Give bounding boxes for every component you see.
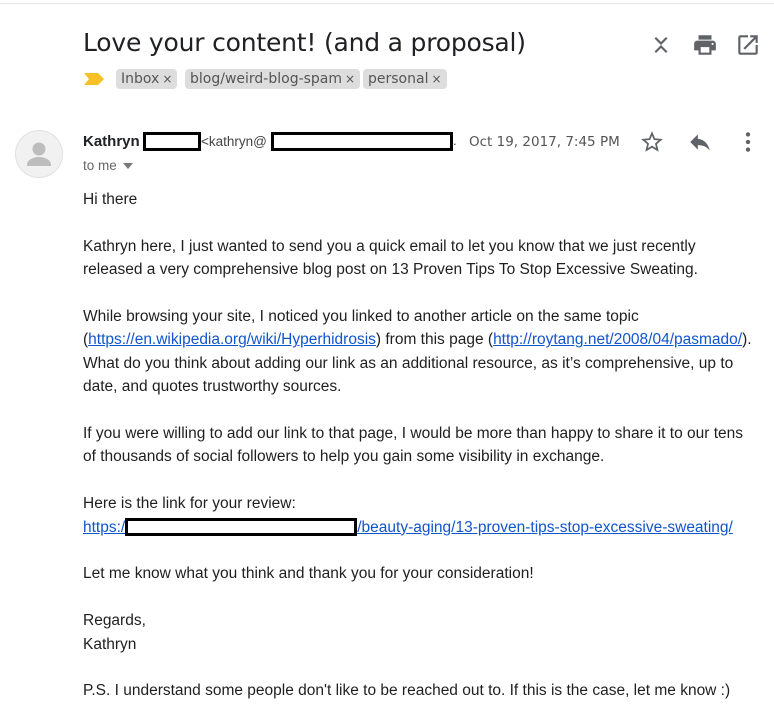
- recipient-text: to me: [83, 158, 117, 173]
- body-paragraph: If you were willing to add our link to t…: [83, 422, 763, 469]
- email-date[interactable]: Oct 19, 2017, 7:45 PM: [469, 134, 620, 150]
- body-line: Kathryn here, I just wanted to send you …: [83, 237, 696, 255]
- email-subject: Love your content! (and a proposal): [83, 28, 526, 57]
- collapse-icon[interactable]: [648, 32, 674, 58]
- link-suffix: /beauty-aging/13-proven-tips-stop-excess…: [357, 518, 733, 536]
- redaction-box: [143, 132, 201, 151]
- body-paragraph: Let me know what you think and thank you…: [83, 565, 534, 583]
- body-paragraph: Here is the link for your review: https:…: [83, 492, 763, 539]
- body-paragraph: While browsing your site, I noticed you …: [83, 305, 763, 399]
- signature: Regards, Kathryn: [83, 609, 763, 656]
- more-vert-icon[interactable]: [735, 129, 761, 155]
- top-divider: [0, 3, 774, 4]
- caret-down-icon[interactable]: [122, 163, 133, 170]
- sender-email-suffix: .: [453, 133, 457, 148]
- label-chip-inbox[interactable]: Inbox ×: [116, 69, 178, 89]
- remove-label-icon[interactable]: ×: [431, 72, 441, 86]
- roytang-page-link[interactable]: http://roytang.net/2008/04/pasmado/: [493, 331, 742, 348]
- sign-off: Regards,: [83, 612, 146, 630]
- important-marker-icon[interactable]: [83, 72, 105, 86]
- sender-email: <kathryn@: [201, 134, 267, 149]
- postscript: P.S. I understand some people don't like…: [83, 682, 731, 700]
- body-line: of thousands of social followers to help…: [83, 448, 605, 466]
- reply-icon[interactable]: [687, 129, 713, 155]
- wikipedia-link[interactable]: https://en.wikipedia.org/wiki/Hyperhidro…: [88, 331, 376, 348]
- body-line: While browsing your site, I noticed you …: [83, 308, 639, 325]
- body-greeting: Hi there: [83, 191, 138, 208]
- print-icon[interactable]: [692, 32, 718, 58]
- body-text-fragment: ) from this page (: [375, 331, 494, 349]
- remove-label-icon[interactable]: ×: [345, 72, 355, 86]
- label-chip-personal[interactable]: personal ×: [363, 69, 447, 89]
- body-paragraph: Kathryn here, I just wanted to send you …: [83, 235, 763, 282]
- sender-avatar[interactable]: [15, 130, 63, 178]
- recipient-details[interactable]: to me: [83, 158, 133, 173]
- link-prefix: https:/: [83, 518, 126, 536]
- redaction-box: [125, 517, 358, 536]
- signer-name: Kathryn: [83, 635, 137, 653]
- email-body: Hi there Kathryn here, I just wanted to …: [83, 188, 763, 726]
- body-text-fragment: ).: [742, 331, 752, 349]
- open-in-new-window-icon[interactable]: [735, 32, 761, 58]
- label-text: Inbox: [121, 71, 160, 87]
- body-line: released a very comprehensive blog post …: [83, 261, 698, 279]
- body-line: Here is the link for your review:: [83, 495, 296, 513]
- label-text: personal: [368, 71, 429, 87]
- remove-label-icon[interactable]: ×: [162, 72, 172, 86]
- redaction-box: [271, 132, 453, 151]
- body-line: If you were willing to add our link to t…: [83, 425, 743, 443]
- star-icon[interactable]: [639, 129, 665, 155]
- person-icon: [27, 142, 51, 166]
- label-text: blog/weird-blog-spam: [190, 71, 343, 87]
- body-line: date, and quotes trustworthy sources.: [83, 378, 342, 396]
- body-line: What do you think about adding our link …: [83, 354, 734, 372]
- label-chip-blog-weird-blog-spam[interactable]: blog/weird-blog-spam ×: [185, 69, 361, 89]
- review-link[interactable]: https:/ /beauty-aging/13-proven-tips-stop…: [83, 517, 733, 536]
- sender-name[interactable]: Kathryn: [83, 133, 140, 150]
